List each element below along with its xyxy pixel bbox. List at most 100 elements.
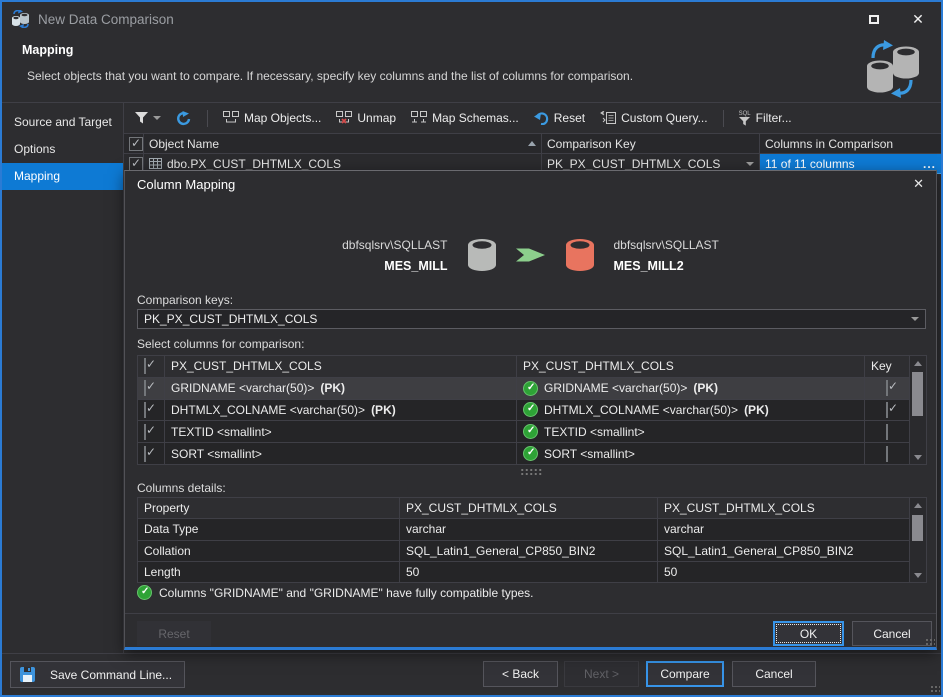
detail-source-value: SQL_Latin1_General_CP850_BIN2 bbox=[400, 540, 658, 561]
scroll-down-arrow[interactable] bbox=[910, 450, 925, 464]
target-column-name: SORT <smallint> bbox=[544, 447, 635, 461]
app-database-compare-icon bbox=[11, 10, 31, 28]
scrollbar-thumb[interactable] bbox=[912, 372, 923, 416]
dialog-reset-button[interactable]: Reset bbox=[137, 621, 211, 646]
pk-badge: (PK) bbox=[693, 381, 718, 395]
dialog-close-button[interactable]: ✕ bbox=[913, 176, 924, 192]
dialog-resize-grip[interactable] bbox=[925, 638, 935, 646]
data-comparison-icon bbox=[859, 38, 923, 98]
column-row-sort[interactable]: SORT <smallint> SORT <smallint> bbox=[138, 443, 910, 465]
column-checkbox[interactable] bbox=[144, 424, 146, 440]
compare-button[interactable]: Compare bbox=[646, 661, 724, 687]
grid-header-columns-in-comparison[interactable]: Columns in Comparison bbox=[760, 134, 941, 153]
save-command-line-button[interactable]: Save Command Line... bbox=[10, 661, 185, 688]
chevron-down-icon bbox=[746, 162, 754, 166]
detail-property: Collation bbox=[138, 540, 400, 561]
scroll-up-arrow[interactable] bbox=[910, 498, 925, 512]
columns-table-scrollbar[interactable] bbox=[910, 355, 927, 465]
select-all-columns-checkbox[interactable] bbox=[144, 358, 146, 374]
map-objects-icon bbox=[223, 111, 239, 125]
details-row-length[interactable]: Length 50 50 bbox=[138, 561, 910, 582]
grid-header: Object Name Comparison Key Columns in Co… bbox=[124, 133, 941, 154]
close-icon: ✕ bbox=[912, 12, 924, 26]
window-resize-grip[interactable] bbox=[930, 685, 940, 694]
column-row-dhtmlx-colname[interactable]: DHTMLX_COLNAME <varchar(50)>(PK) DHTMLX_… bbox=[138, 399, 910, 421]
columns-in-comparison-header-label: Columns in Comparison bbox=[765, 137, 893, 151]
reset-label: Reset bbox=[554, 111, 585, 125]
header-checkbox-cell[interactable] bbox=[138, 356, 165, 378]
source-table-header: PX_CUST_DHTMLX_COLS bbox=[165, 356, 517, 378]
ok-button[interactable]: OK bbox=[773, 621, 844, 646]
splitter-handle[interactable] bbox=[520, 468, 542, 476]
detail-source-value: 50 bbox=[400, 561, 658, 582]
map-schemas-button[interactable]: Map Schemas... bbox=[408, 108, 522, 128]
sidebar-item-options[interactable]: Options bbox=[2, 136, 123, 163]
select-all-checkbox[interactable] bbox=[129, 137, 143, 151]
custom-query-label: Custom Query... bbox=[621, 111, 707, 125]
grid-header-checkbox-cell[interactable] bbox=[124, 134, 144, 153]
close-icon: ✕ bbox=[913, 176, 924, 191]
unmap-button[interactable]: Unmap bbox=[333, 108, 399, 128]
sql-filter-icon: SQL bbox=[739, 111, 751, 126]
page-title: Mapping bbox=[22, 43, 73, 57]
details-table-scrollbar[interactable] bbox=[910, 497, 927, 583]
footer-bar: Save Command Line... < Back Next > Compa… bbox=[2, 653, 941, 695]
window-title: New Data Comparison bbox=[38, 12, 174, 27]
sidebar-item-mapping[interactable]: Mapping bbox=[2, 163, 123, 190]
custom-query-button[interactable]: Custom Query... bbox=[597, 108, 710, 128]
column-checkbox[interactable] bbox=[144, 446, 146, 462]
map-objects-label: Map Objects... bbox=[244, 111, 321, 125]
details-row-collation[interactable]: Collation SQL_Latin1_General_CP850_BIN2 … bbox=[138, 540, 910, 561]
scrollbar-thumb[interactable] bbox=[912, 515, 923, 541]
reset-button[interactable]: Reset bbox=[531, 108, 588, 128]
column-checkbox[interactable] bbox=[144, 402, 146, 418]
column-checkbox[interactable] bbox=[144, 380, 146, 396]
toolbar-separator bbox=[723, 110, 724, 127]
mapped-ok-icon bbox=[523, 446, 538, 461]
target-server: dbfsqlsrv\SQLLAST bbox=[614, 238, 719, 252]
maximize-icon bbox=[869, 15, 879, 24]
key-checkbox[interactable] bbox=[886, 424, 888, 440]
cancel-button[interactable]: Cancel bbox=[732, 661, 816, 687]
custom-query-icon bbox=[600, 111, 616, 125]
comparison-keys-combobox[interactable]: PK_PX_CUST_DHTMLX_COLS bbox=[137, 309, 926, 329]
column-row-gridname[interactable]: GRIDNAME <varchar(50)>(PK) GRIDNAME <var… bbox=[138, 377, 910, 399]
comparison-keys-value: PK_PX_CUST_DHTMLX_COLS bbox=[144, 312, 317, 326]
refresh-icon bbox=[176, 111, 192, 126]
details-header-source: PX_CUST_DHTMLX_COLS bbox=[400, 498, 658, 519]
funnel-icon bbox=[135, 112, 148, 124]
scroll-down-arrow[interactable] bbox=[910, 568, 925, 582]
table-icon bbox=[149, 158, 162, 169]
source-target-visual: dbfsqlsrv\SQLLAST MES_MILL dbfsqlsrv\SQL… bbox=[125, 227, 936, 283]
status-ok-icon bbox=[137, 585, 152, 600]
grid-header-object-name[interactable]: Object Name bbox=[144, 134, 542, 153]
dialog-cancel-button[interactable]: Cancel bbox=[852, 621, 932, 646]
columns-table-header-row: PX_CUST_DHTMLX_COLS PX_CUST_DHTMLX_COLS … bbox=[138, 356, 910, 378]
key-checkbox[interactable] bbox=[886, 380, 888, 396]
map-objects-button[interactable]: Map Objects... bbox=[220, 108, 324, 128]
maximize-button[interactable] bbox=[859, 6, 889, 32]
scroll-up-arrow[interactable] bbox=[910, 356, 925, 370]
ellipsis-button[interactable]: ... bbox=[923, 157, 936, 171]
refresh-button[interactable] bbox=[173, 108, 195, 129]
source-column-name: GRIDNAME <varchar(50)> bbox=[171, 381, 314, 395]
column-row-textid[interactable]: TEXTID <smallint> TEXTID <smallint> bbox=[138, 421, 910, 443]
new-data-comparison-window: New Data Comparison ✕ Mapping Select obj… bbox=[0, 0, 943, 697]
detail-property: Length bbox=[138, 561, 400, 582]
row-checkbox[interactable] bbox=[129, 157, 143, 171]
details-row-data-type[interactable]: Data Type varchar varchar bbox=[138, 519, 910, 540]
key-checkbox[interactable] bbox=[886, 402, 888, 418]
toolbar-separator bbox=[207, 110, 208, 127]
sort-ascending-icon bbox=[528, 141, 536, 146]
filter-dropdown-button[interactable] bbox=[132, 109, 164, 127]
filter-button[interactable]: SQL Filter... bbox=[736, 108, 795, 129]
key-checkbox[interactable] bbox=[886, 446, 888, 462]
grid-header-comparison-key[interactable]: Comparison Key bbox=[542, 134, 760, 153]
target-table-header: PX_CUST_DHTMLX_COLS bbox=[517, 356, 865, 378]
back-button[interactable]: < Back bbox=[483, 661, 558, 687]
sidebar-item-source-and-target[interactable]: Source and Target bbox=[2, 109, 123, 136]
unmap-label: Unmap bbox=[357, 111, 396, 125]
dialog-separator bbox=[125, 613, 936, 614]
close-button[interactable]: ✕ bbox=[903, 6, 933, 32]
next-button[interactable]: Next > bbox=[564, 661, 639, 687]
